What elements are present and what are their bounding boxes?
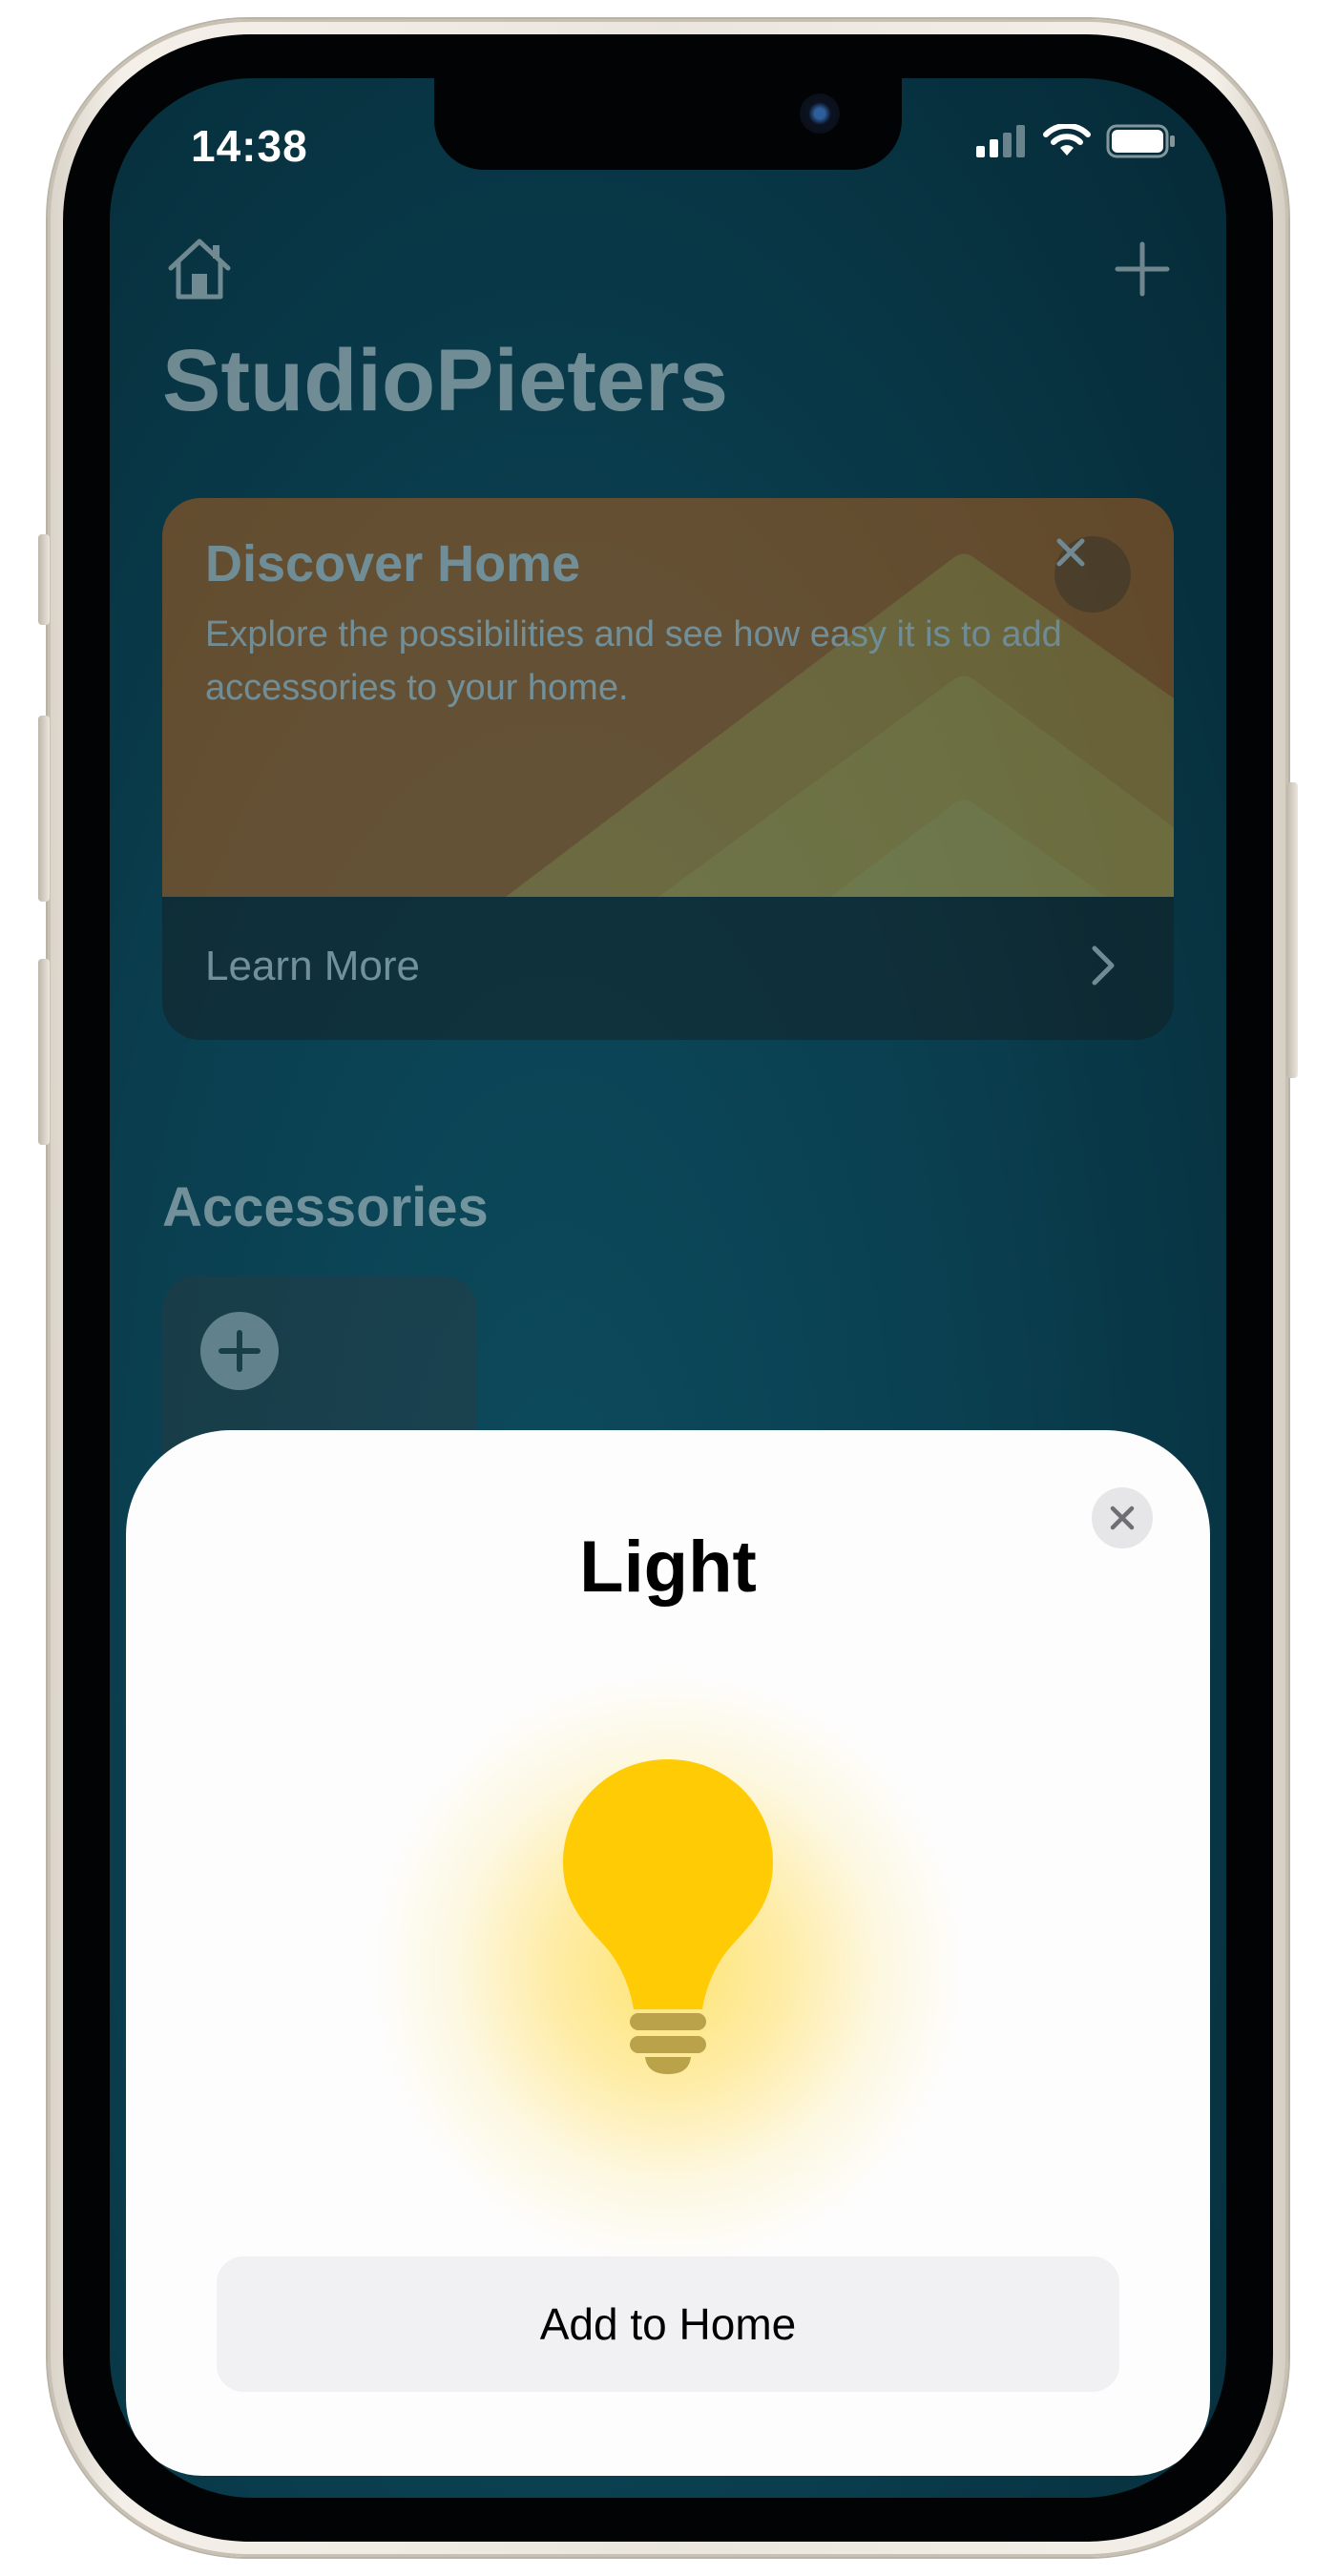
volume-down-button bbox=[38, 959, 50, 1145]
silent-switch bbox=[38, 534, 50, 625]
accessory-sheet: Light Add to Home bbox=[126, 1430, 1210, 2476]
plus-icon[interactable] bbox=[1114, 240, 1171, 298]
page-title: StudioPieters bbox=[162, 332, 729, 429]
plus-icon bbox=[219, 1330, 261, 1372]
sheet-title: Light bbox=[579, 1527, 757, 1608]
screen: 14:38 StudioPieters Discover Home Explor… bbox=[110, 78, 1226, 2498]
add-accessory-button[interactable] bbox=[200, 1312, 279, 1390]
discover-home-card[interactable]: Discover Home Explore the possibilities … bbox=[162, 498, 1174, 1040]
learn-more-row[interactable]: Learn More bbox=[162, 897, 1174, 1040]
lightbulb-icon bbox=[563, 1759, 773, 2074]
discover-banner: Discover Home Explore the possibilities … bbox=[162, 498, 1174, 897]
power-button bbox=[1286, 782, 1298, 1078]
discover-close-button[interactable] bbox=[1054, 536, 1131, 613]
add-to-home-button[interactable]: Add to Home bbox=[217, 2256, 1119, 2392]
chevron-right-icon bbox=[1092, 945, 1115, 986]
volume-up-button bbox=[38, 716, 50, 902]
accessories-heading: Accessories bbox=[162, 1176, 489, 1238]
notch bbox=[434, 78, 902, 170]
close-icon bbox=[1056, 538, 1085, 567]
discover-title: Discover Home bbox=[205, 535, 581, 592]
discover-subtitle: Explore the possibilities and see how ea… bbox=[205, 614, 1062, 708]
home-icon[interactable] bbox=[165, 236, 234, 302]
learn-more-link[interactable]: Learn More bbox=[205, 943, 420, 990]
front-camera bbox=[800, 93, 840, 134]
